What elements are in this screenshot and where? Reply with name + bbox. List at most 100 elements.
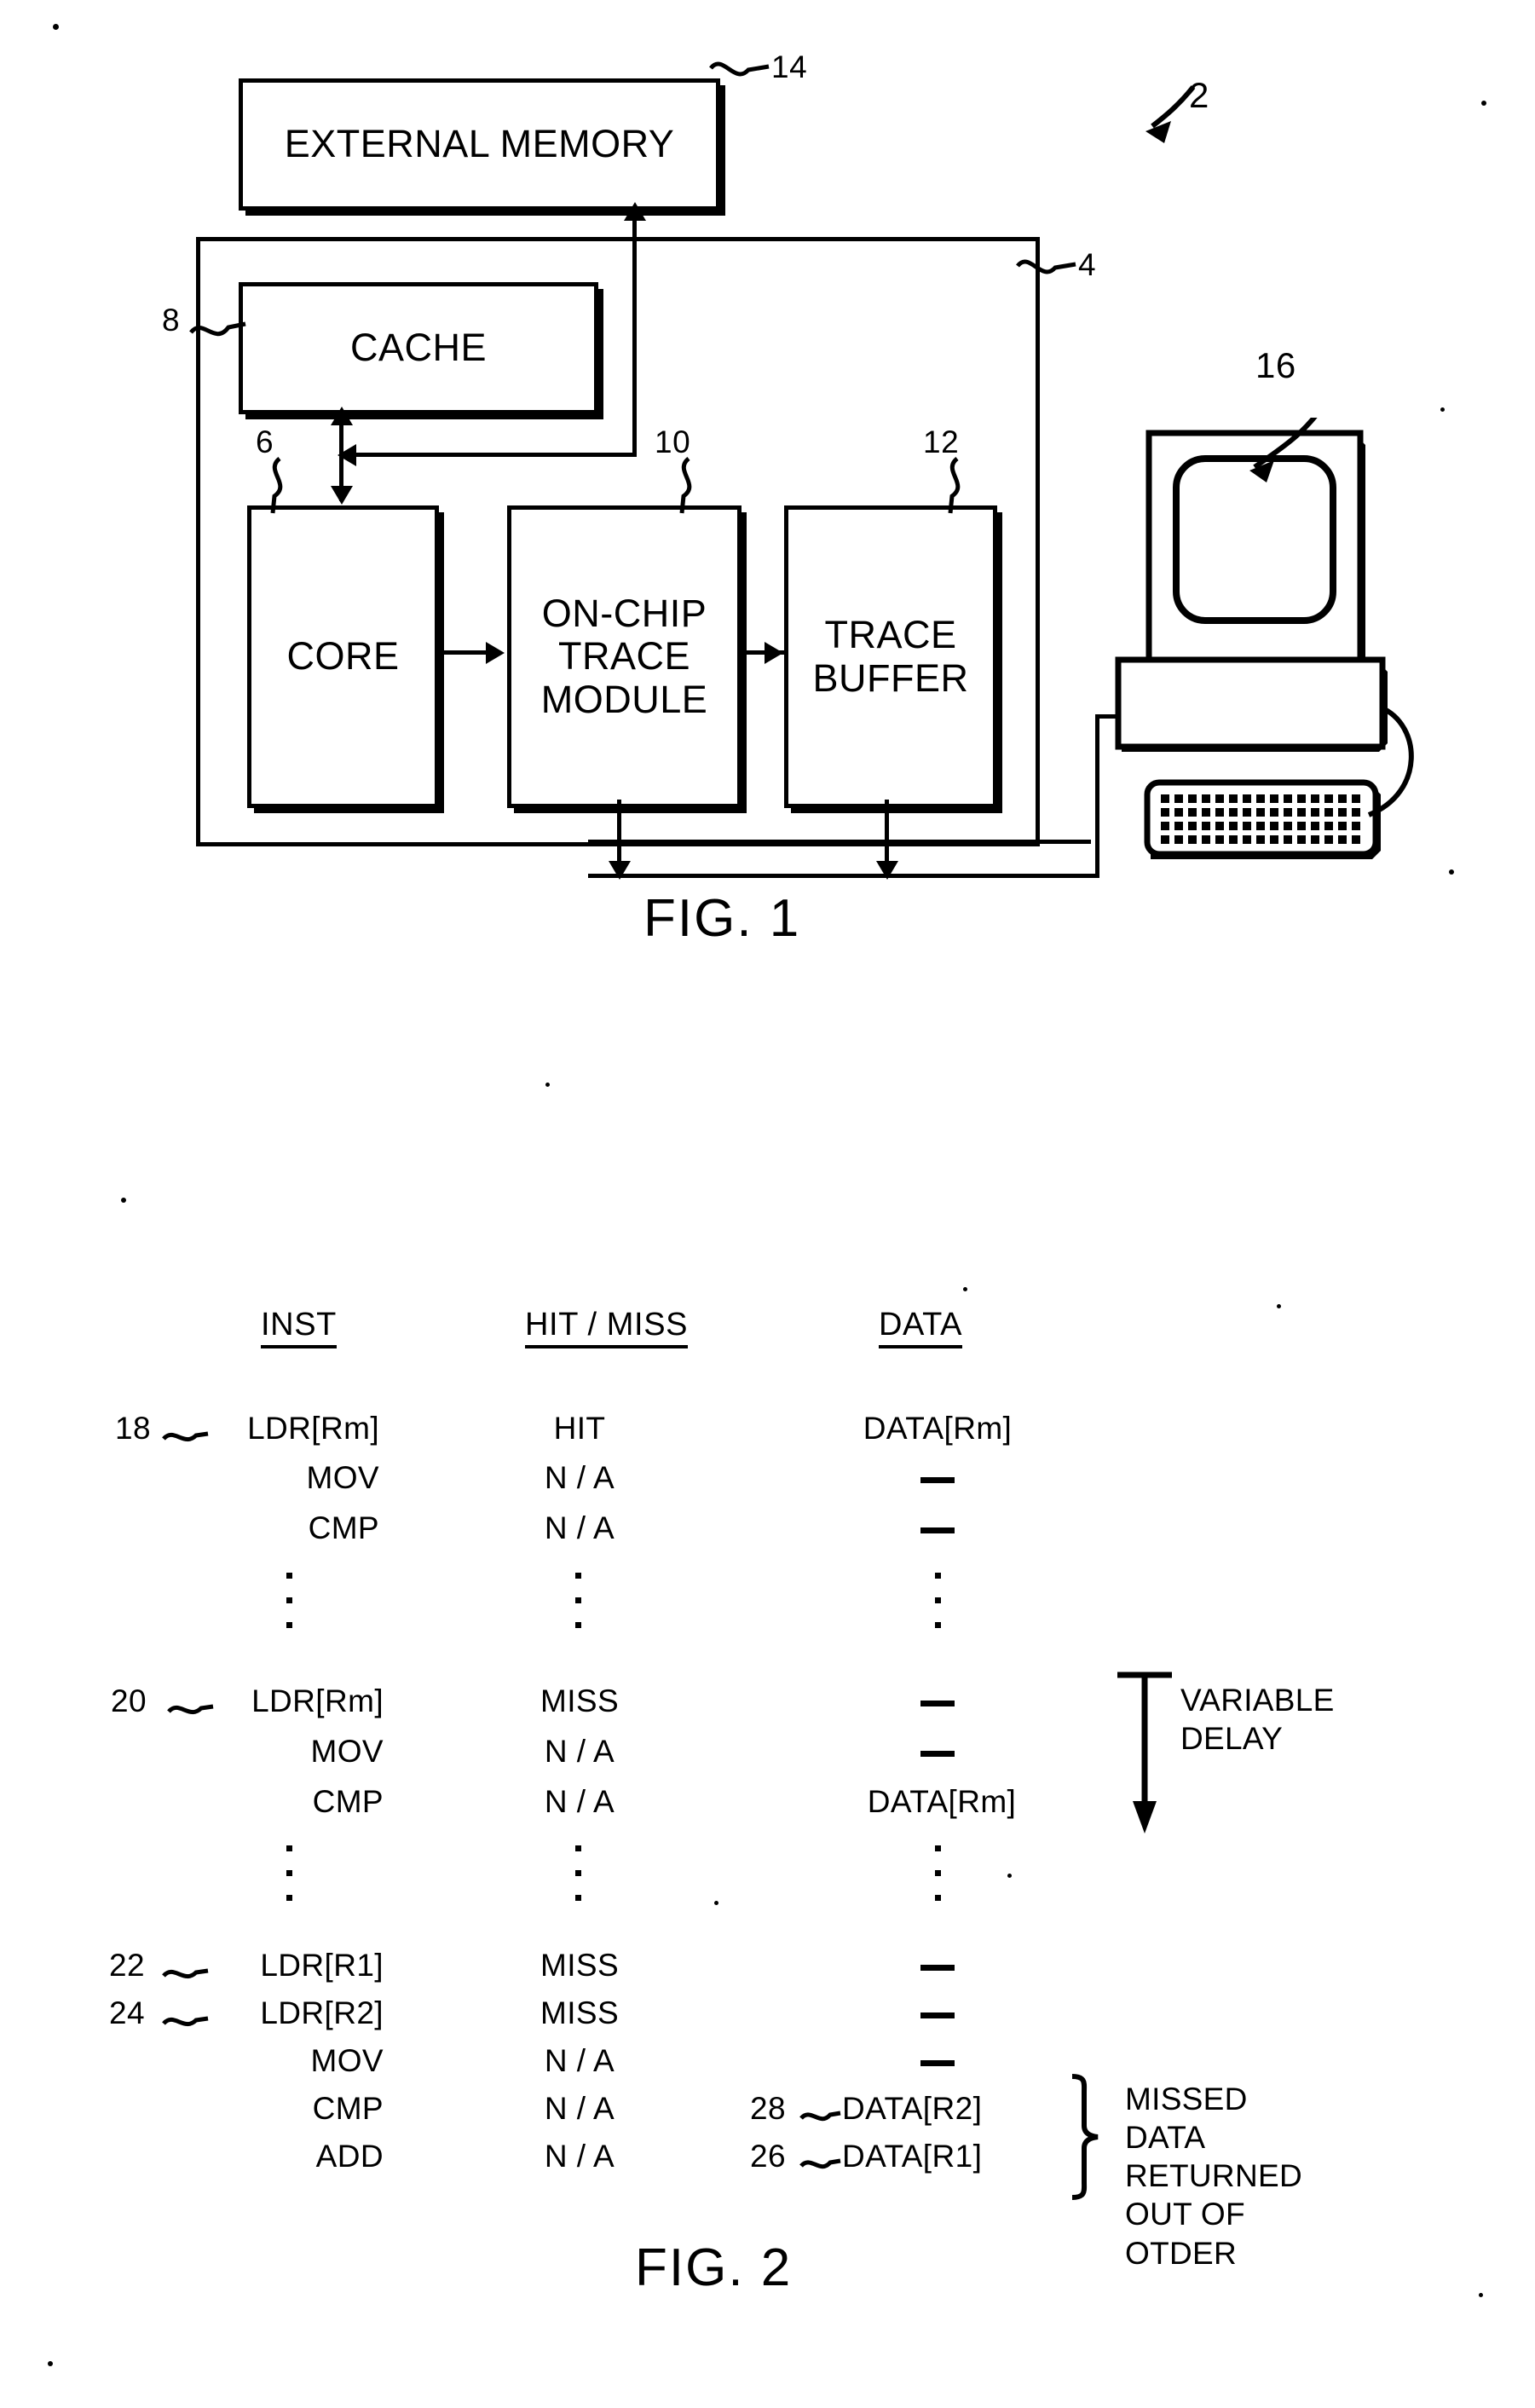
inst-cell: CMP xyxy=(308,1510,379,1545)
inst-cell: LDR[Rm] xyxy=(247,1411,379,1446)
hitmiss-cell: MISS xyxy=(540,1995,620,2030)
scan-speckle xyxy=(121,1198,126,1203)
ref-number-6: 6 xyxy=(256,424,274,459)
data-dash xyxy=(920,2012,955,2018)
variable-delay-note: VARIABLE DELAY xyxy=(1180,1683,1335,1757)
hitmiss-cell: N / A xyxy=(544,1734,615,1769)
data-cell: DATA[Rm] xyxy=(863,1411,1013,1446)
lower-bus-left xyxy=(588,840,1091,844)
inst-cell: LDR[R2] xyxy=(260,1995,384,2030)
connector-bus-into-core xyxy=(344,453,634,457)
leader-26 xyxy=(799,2158,841,2169)
arrowhead-bus-left xyxy=(338,444,356,466)
ref-number-16: 16 xyxy=(1255,345,1296,385)
ref-number-8: 8 xyxy=(162,303,181,338)
data-dash xyxy=(920,1965,955,1971)
scan-speckle xyxy=(1007,1874,1012,1878)
hitmiss-cell: N / A xyxy=(544,2091,615,2126)
inst-cell: MOV xyxy=(310,2043,384,2078)
variable-delay-arrow xyxy=(1117,1672,1172,1833)
row-ref-20: 20 xyxy=(111,1683,147,1718)
inst-cell: MOV xyxy=(306,1460,379,1495)
scan-speckle xyxy=(545,1083,550,1087)
brace-out-of-order xyxy=(1071,2074,1099,2200)
row-ref-24: 24 xyxy=(109,1995,145,2030)
hitmiss-cell: MISS xyxy=(540,1683,620,1718)
data-cell: DATA[R1] xyxy=(842,2139,983,2174)
hitmiss-cell: MISS xyxy=(540,1948,620,1983)
inst-cell: LDR[Rm] xyxy=(251,1683,384,1718)
arrowhead-trace-to-buffer xyxy=(765,642,783,664)
inst-cell: MOV xyxy=(310,1734,384,1769)
ref-number-12: 12 xyxy=(923,424,960,459)
arrowhead-cache-up xyxy=(331,407,353,425)
arrowhead-core-down xyxy=(331,486,353,505)
arrowhead-core-to-trace xyxy=(486,642,505,664)
external-memory-label: EXTERNAL MEMORY xyxy=(284,122,675,166)
ellipsis-data xyxy=(935,1573,941,1647)
inst-cell: CMP xyxy=(312,2091,384,2126)
ellipsis-data xyxy=(935,1845,941,1920)
cache-label: CACHE xyxy=(349,326,488,370)
column-header-hit-miss: HIT / MISS xyxy=(525,1307,689,1348)
column-header-data: DATA xyxy=(879,1307,963,1348)
scan-speckle xyxy=(53,24,59,30)
leader-4 xyxy=(1016,259,1076,274)
on-chip-trace-module-block: ON-CHIP TRACE MODULE xyxy=(507,505,742,808)
leader-6 xyxy=(270,457,283,514)
figure-2-caption: FIG. 2 xyxy=(635,2238,793,2297)
leader-12 xyxy=(948,457,961,514)
leader-2 xyxy=(1145,85,1196,143)
data-cell: DATA[R2] xyxy=(842,2091,983,2126)
scan-speckle xyxy=(1481,101,1486,106)
hitmiss-cell: N / A xyxy=(544,2043,615,2078)
ellipsis-inst xyxy=(286,1845,292,1920)
workstation-icon xyxy=(1115,418,1414,859)
inst-cell: LDR[R1] xyxy=(260,1948,384,1983)
connector-core-to-trace-module xyxy=(436,650,488,655)
leader-10 xyxy=(679,457,692,514)
data-dash xyxy=(920,1751,955,1757)
core-block: CORE xyxy=(247,505,439,808)
patent-drawing-sheet: EXTERNAL MEMORY CACHE CORE ON-CHIP TRACE… xyxy=(0,0,1535,2408)
scan-speckle xyxy=(1449,869,1454,875)
ref-number-10: 10 xyxy=(655,424,691,459)
row-ref-18: 18 xyxy=(115,1411,151,1446)
column-header-inst: INST xyxy=(261,1307,337,1348)
inst-cell: ADD xyxy=(315,2139,384,2174)
hitmiss-cell: HIT xyxy=(553,1411,606,1446)
trace-buffer-block: TRACE BUFFER xyxy=(784,505,997,808)
leader-14 xyxy=(709,61,770,77)
row-ref-22: 22 xyxy=(109,1948,145,1983)
core-label: CORE xyxy=(286,634,400,679)
hitmiss-cell: N / A xyxy=(544,2139,615,2174)
hitmiss-cell: N / A xyxy=(544,1510,615,1545)
ellipsis-hitmiss xyxy=(575,1845,581,1920)
data-ref-26: 26 xyxy=(750,2139,786,2174)
data-dash xyxy=(920,2060,955,2066)
scan-speckle xyxy=(1277,1304,1281,1308)
ellipsis-hitmiss xyxy=(575,1573,581,1647)
scan-speckle xyxy=(714,1901,718,1905)
scan-speckle xyxy=(1440,407,1445,412)
out-of-order-note: MISSED DATA RETURNED OUT OF OTDER xyxy=(1125,2082,1302,2271)
data-dash xyxy=(920,1701,955,1706)
data-cell: DATA[Rm] xyxy=(867,1784,1017,1819)
hitmiss-cell: N / A xyxy=(544,1784,615,1819)
hitmiss-cell: N / A xyxy=(544,1460,615,1495)
connector-chip-to-memory xyxy=(632,209,637,456)
data-ref-28: 28 xyxy=(750,2091,786,2126)
leader-28 xyxy=(799,2111,841,2122)
external-memory-block: EXTERNAL MEMORY xyxy=(239,78,720,211)
leader-8 xyxy=(189,321,246,337)
scan-speckle xyxy=(963,1287,967,1291)
inst-cell: CMP xyxy=(312,1784,384,1819)
on-chip-trace-module-label: ON-CHIP TRACE MODULE xyxy=(540,591,708,721)
ellipsis-inst xyxy=(286,1573,292,1647)
figure-1-caption: FIG. 1 xyxy=(643,889,801,948)
lower-bus-line xyxy=(588,874,1099,878)
cache-block: CACHE xyxy=(239,282,598,414)
arrowhead-to-memory xyxy=(624,202,646,221)
data-dash xyxy=(920,1477,955,1483)
scan-speckle xyxy=(48,2361,53,2366)
